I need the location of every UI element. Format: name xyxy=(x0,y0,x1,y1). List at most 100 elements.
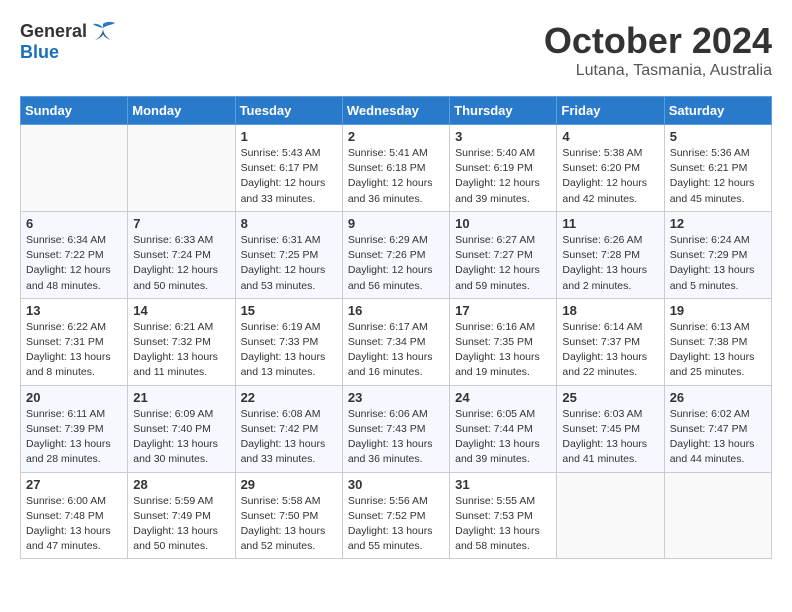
day-number: 11 xyxy=(562,216,658,231)
calendar-week-row: 20 Sunrise: 6:11 AM Sunset: 7:39 PM Dayli… xyxy=(21,385,772,472)
logo: General Blue xyxy=(20,20,117,63)
calendar-cell: 21 Sunrise: 6:09 AM Sunset: 7:40 PM Dayli… xyxy=(128,385,235,472)
day-info: Sunrise: 6:27 AM Sunset: 7:27 PM Dayligh… xyxy=(455,233,551,294)
calendar-cell: 3 Sunrise: 5:40 AM Sunset: 6:19 PM Daylig… xyxy=(450,125,557,212)
day-number: 17 xyxy=(455,303,551,318)
logo-blue-text: Blue xyxy=(20,42,59,63)
day-info: Sunrise: 6:33 AM Sunset: 7:24 PM Dayligh… xyxy=(133,233,229,294)
day-info: Sunrise: 6:03 AM Sunset: 7:45 PM Dayligh… xyxy=(562,407,658,468)
day-info: Sunrise: 6:19 AM Sunset: 7:33 PM Dayligh… xyxy=(241,320,337,381)
day-info: Sunrise: 5:55 AM Sunset: 7:53 PM Dayligh… xyxy=(455,494,551,555)
page-header: General Blue October 2024 Lutana, Tasman… xyxy=(20,20,772,80)
day-info: Sunrise: 6:34 AM Sunset: 7:22 PM Dayligh… xyxy=(26,233,122,294)
calendar-cell: 30 Sunrise: 5:56 AM Sunset: 7:52 PM Dayli… xyxy=(342,472,449,559)
day-info: Sunrise: 6:08 AM Sunset: 7:42 PM Dayligh… xyxy=(241,407,337,468)
logo-general-text: General xyxy=(20,21,87,42)
day-info: Sunrise: 6:09 AM Sunset: 7:40 PM Dayligh… xyxy=(133,407,229,468)
calendar-cell: 17 Sunrise: 6:16 AM Sunset: 7:35 PM Dayli… xyxy=(450,298,557,385)
calendar-cell: 31 Sunrise: 5:55 AM Sunset: 7:53 PM Dayli… xyxy=(450,472,557,559)
day-number: 5 xyxy=(670,129,766,144)
calendar-cell xyxy=(21,125,128,212)
calendar-cell: 26 Sunrise: 6:02 AM Sunset: 7:47 PM Dayli… xyxy=(664,385,771,472)
calendar-cell: 24 Sunrise: 6:05 AM Sunset: 7:44 PM Dayli… xyxy=(450,385,557,472)
weekday-header-row: SundayMondayTuesdayWednesdayThursdayFrid… xyxy=(21,97,772,125)
day-number: 18 xyxy=(562,303,658,318)
weekday-header: Thursday xyxy=(450,97,557,125)
calendar-cell: 16 Sunrise: 6:17 AM Sunset: 7:34 PM Dayli… xyxy=(342,298,449,385)
calendar-body: 1Sunrise: 5:43 AM Sunset: 6:17 PM Daylig… xyxy=(21,125,772,559)
day-number: 10 xyxy=(455,216,551,231)
day-info: Sunrise: 5:56 AM Sunset: 7:52 PM Dayligh… xyxy=(348,494,444,555)
day-number: 3 xyxy=(455,129,551,144)
day-number: 14 xyxy=(133,303,229,318)
calendar-cell: 2 Sunrise: 5:41 AM Sunset: 6:18 PM Daylig… xyxy=(342,125,449,212)
calendar-cell: 23Sunrise: 6:06 AM Sunset: 7:43 PM Dayli… xyxy=(342,385,449,472)
day-info: Sunrise: 6:29 AM Sunset: 7:26 PM Dayligh… xyxy=(348,233,444,294)
calendar-cell: 20 Sunrise: 6:11 AM Sunset: 7:39 PM Dayli… xyxy=(21,385,128,472)
day-number: 6 xyxy=(26,216,122,231)
calendar-cell: 9 Sunrise: 6:29 AM Sunset: 7:26 PM Daylig… xyxy=(342,211,449,298)
day-info: Sunrise: 6:16 AM Sunset: 7:35 PM Dayligh… xyxy=(455,320,551,381)
day-number: 13 xyxy=(26,303,122,318)
calendar-week-row: 27 Sunrise: 6:00 AM Sunset: 7:48 PM Dayli… xyxy=(21,472,772,559)
day-info: Sunrise: 6:26 AM Sunset: 7:28 PM Dayligh… xyxy=(562,233,658,294)
day-number: 24 xyxy=(455,390,551,405)
calendar-cell: 12Sunrise: 6:24 AM Sunset: 7:29 PM Dayli… xyxy=(664,211,771,298)
day-number: 26 xyxy=(670,390,766,405)
day-number: 9 xyxy=(348,216,444,231)
weekday-header: Saturday xyxy=(664,97,771,125)
calendar-cell: 13Sunrise: 6:22 AM Sunset: 7:31 PM Dayli… xyxy=(21,298,128,385)
calendar-cell: 18Sunrise: 6:14 AM Sunset: 7:37 PM Dayli… xyxy=(557,298,664,385)
calendar-table: SundayMondayTuesdayWednesdayThursdayFrid… xyxy=(20,96,772,559)
logo-bird-icon xyxy=(89,20,117,42)
day-number: 15 xyxy=(241,303,337,318)
day-number: 23 xyxy=(348,390,444,405)
calendar-week-row: 6 Sunrise: 6:34 AM Sunset: 7:22 PM Daylig… xyxy=(21,211,772,298)
day-info: Sunrise: 5:59 AM Sunset: 7:49 PM Dayligh… xyxy=(133,494,229,555)
day-number: 28 xyxy=(133,477,229,492)
day-info: Sunrise: 5:43 AM Sunset: 6:17 PM Dayligh… xyxy=(241,146,337,207)
day-number: 21 xyxy=(133,390,229,405)
day-info: Sunrise: 6:05 AM Sunset: 7:44 PM Dayligh… xyxy=(455,407,551,468)
day-number: 2 xyxy=(348,129,444,144)
day-info: Sunrise: 6:11 AM Sunset: 7:39 PM Dayligh… xyxy=(26,407,122,468)
weekday-header: Friday xyxy=(557,97,664,125)
calendar-cell xyxy=(128,125,235,212)
weekday-header: Tuesday xyxy=(235,97,342,125)
day-info: Sunrise: 5:40 AM Sunset: 6:19 PM Dayligh… xyxy=(455,146,551,207)
day-number: 31 xyxy=(455,477,551,492)
calendar-cell: 10 Sunrise: 6:27 AM Sunset: 7:27 PM Dayli… xyxy=(450,211,557,298)
calendar-cell: 11 Sunrise: 6:26 AM Sunset: 7:28 PM Dayli… xyxy=(557,211,664,298)
day-number: 16 xyxy=(348,303,444,318)
calendar-week-row: 1Sunrise: 5:43 AM Sunset: 6:17 PM Daylig… xyxy=(21,125,772,212)
calendar-cell: 22 Sunrise: 6:08 AM Sunset: 7:42 PM Dayli… xyxy=(235,385,342,472)
day-info: Sunrise: 5:58 AM Sunset: 7:50 PM Dayligh… xyxy=(241,494,337,555)
day-info: Sunrise: 6:17 AM Sunset: 7:34 PM Dayligh… xyxy=(348,320,444,381)
day-number: 20 xyxy=(26,390,122,405)
day-info: Sunrise: 6:02 AM Sunset: 7:47 PM Dayligh… xyxy=(670,407,766,468)
calendar-cell: 29Sunrise: 5:58 AM Sunset: 7:50 PM Dayli… xyxy=(235,472,342,559)
day-number: 27 xyxy=(26,477,122,492)
day-number: 12 xyxy=(670,216,766,231)
day-number: 19 xyxy=(670,303,766,318)
weekday-header: Wednesday xyxy=(342,97,449,125)
day-info: Sunrise: 5:41 AM Sunset: 6:18 PM Dayligh… xyxy=(348,146,444,207)
day-number: 7 xyxy=(133,216,229,231)
day-info: Sunrise: 5:36 AM Sunset: 6:21 PM Dayligh… xyxy=(670,146,766,207)
calendar-cell: 8Sunrise: 6:31 AM Sunset: 7:25 PM Daylig… xyxy=(235,211,342,298)
day-info: Sunrise: 6:00 AM Sunset: 7:48 PM Dayligh… xyxy=(26,494,122,555)
calendar-cell: 15 Sunrise: 6:19 AM Sunset: 7:33 PM Dayli… xyxy=(235,298,342,385)
day-number: 30 xyxy=(348,477,444,492)
calendar-cell: 1Sunrise: 5:43 AM Sunset: 6:17 PM Daylig… xyxy=(235,125,342,212)
day-info: Sunrise: 6:21 AM Sunset: 7:32 PM Dayligh… xyxy=(133,320,229,381)
day-number: 22 xyxy=(241,390,337,405)
calendar-cell: 5 Sunrise: 5:36 AM Sunset: 6:21 PM Daylig… xyxy=(664,125,771,212)
day-number: 4 xyxy=(562,129,658,144)
title-section: October 2024 Lutana, Tasmania, Australia xyxy=(544,20,772,80)
calendar-week-row: 13Sunrise: 6:22 AM Sunset: 7:31 PM Dayli… xyxy=(21,298,772,385)
calendar-cell: 28 Sunrise: 5:59 AM Sunset: 7:49 PM Dayli… xyxy=(128,472,235,559)
day-info: Sunrise: 6:13 AM Sunset: 7:38 PM Dayligh… xyxy=(670,320,766,381)
weekday-header: Monday xyxy=(128,97,235,125)
calendar-cell: 25Sunrise: 6:03 AM Sunset: 7:45 PM Dayli… xyxy=(557,385,664,472)
calendar-cell: 6 Sunrise: 6:34 AM Sunset: 7:22 PM Daylig… xyxy=(21,211,128,298)
